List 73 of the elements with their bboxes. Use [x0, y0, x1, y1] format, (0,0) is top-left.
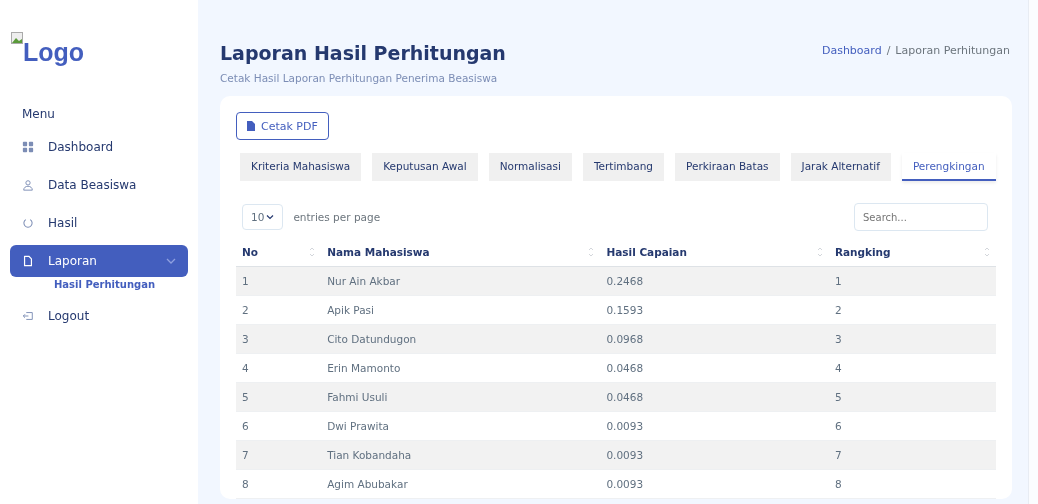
table-cell: Tian Kobandaha [321, 440, 601, 470]
column-header[interactable]: Rangking [828, 237, 996, 267]
sort-icon [309, 245, 316, 258]
table-cell: 5 [236, 382, 322, 412]
broken-image-icon [11, 32, 23, 44]
table-cell: 2 [828, 295, 996, 325]
print-pdf-button[interactable]: Cetak PDF [236, 112, 329, 140]
table-cell: 0.0968 [600, 324, 829, 354]
search-field[interactable]: Search... [854, 203, 988, 231]
table-cell: Erin Mamonto [321, 353, 601, 383]
chevron-icon[interactable] [166, 257, 176, 265]
chevron-icon [266, 214, 275, 220]
table-cell: 4 [828, 353, 996, 383]
file-icon [247, 121, 255, 131]
table-cell: 0.0468 [600, 382, 829, 412]
logout-icon [22, 310, 34, 322]
sort-icon [816, 245, 823, 258]
table-cell: 1 [236, 266, 322, 296]
table-cell: 0.0093 [600, 469, 829, 499]
tab[interactable]: Normalisasi [488, 153, 572, 181]
sidebar-item[interactable]: Data Beasiswa [10, 169, 188, 201]
table-cell: 5 [828, 382, 996, 412]
table-cell: 0.1593 [600, 295, 829, 325]
refresh-icon [22, 217, 34, 229]
tab[interactable]: Kriteria Mahasiswa [240, 153, 362, 181]
column-header[interactable]: No [236, 237, 322, 267]
sort-icon [588, 245, 595, 258]
table-cell: 0.0468 [600, 353, 829, 383]
sidebar-item[interactable]: Logout [10, 300, 188, 332]
entries-select[interactable]: 10 [242, 204, 284, 230]
breadcrumb-link[interactable]: Dashboard [821, 44, 882, 57]
table-cell: 7 [828, 440, 996, 470]
table-cell: 6 [828, 411, 996, 441]
sidebar-item[interactable]: Hasil [10, 207, 188, 239]
table-cell: 6 [236, 411, 322, 441]
table-cell: 0.2468 [600, 266, 829, 296]
person-icon [22, 179, 34, 191]
entries-label: entries per page [293, 211, 381, 223]
tab[interactable]: Perkiraan Batas [675, 153, 780, 181]
table-cell: 2 [236, 295, 322, 325]
breadcrumb-current: Laporan Perhitungan [895, 44, 1010, 57]
table-cell: Fahmi Usuli [321, 382, 601, 412]
grid-icon [22, 141, 34, 153]
sidebar-item[interactable]: Dashboard [10, 131, 188, 163]
table-cell: 8 [236, 469, 322, 499]
table-cell: Nur Ain Akbar [321, 266, 601, 296]
table-cell: Cito Datundugon [321, 324, 601, 354]
table-cell: 4 [236, 353, 322, 383]
sort-icon [984, 245, 990, 258]
tab[interactable]: Keputusan Awal [372, 153, 478, 181]
table-cell: 7 [236, 440, 322, 470]
table-cell: 1 [828, 266, 996, 296]
file-icon [22, 255, 34, 267]
table-cell: Agim Abubakar [321, 469, 601, 499]
table-cell: Apik Pasi [321, 295, 601, 325]
sidebar-item[interactable]: Laporan [10, 245, 188, 277]
breadcrumb-separator: / [886, 44, 891, 57]
column-header[interactable]: Hasil Capaian [600, 237, 829, 267]
page-title: Laporan Hasil Perhitungan [220, 42, 506, 64]
tab[interactable]: Perengkingan [901, 153, 996, 181]
table-cell: 0.0093 [600, 411, 829, 441]
tab[interactable]: Jarak Alternatif [790, 153, 891, 181]
table-cell: 3 [236, 324, 322, 354]
table-cell: 8 [828, 469, 996, 499]
menu-heading: Menu [22, 107, 56, 121]
logo-text: Logo [23, 38, 85, 67]
column-header[interactable]: Nama Mahasiswa [321, 237, 601, 267]
submenu-item[interactable]: Hasil Perhitungan [10, 279, 188, 290]
table-cell: 3 [828, 324, 996, 354]
tab[interactable]: Tertimbang [582, 153, 664, 181]
table-cell: Dwi Prawita [321, 411, 601, 441]
table-cell: 0.0093 [600, 440, 829, 470]
page-subtitle: Cetak Hasil Laporan Perhitungan Penerima Beasiswa [220, 72, 499, 84]
